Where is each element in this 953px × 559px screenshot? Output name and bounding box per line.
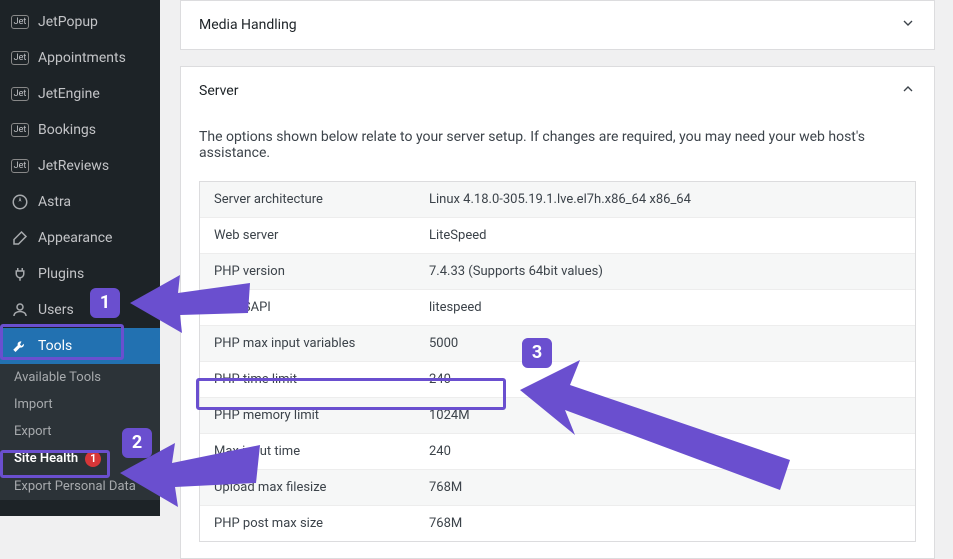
sidebar-item-label: JetPopup (38, 14, 98, 30)
table-row: Upload max filesize 768M (200, 469, 915, 505)
sidebar-item-appearance[interactable]: Appearance (0, 220, 160, 256)
chevron-up-icon (900, 81, 916, 101)
submenu-site-health[interactable]: Site Health 1 (0, 445, 160, 473)
table-row: PHP max input variables 5000 (200, 325, 915, 361)
sidebar-item-label: Appointments (38, 50, 126, 66)
panel-server: Server The options shown below relate to… (180, 66, 935, 559)
row-label: Max input time (214, 444, 429, 459)
sidebar-item-appointments[interactable]: Jet Appointments (0, 40, 160, 76)
submenu-import[interactable]: Import (0, 391, 160, 418)
sidebar-item-label: Users (38, 302, 74, 318)
row-value: Linux 4.18.0-305.19.1.lve.el7h.x86_64 x8… (429, 192, 691, 207)
sidebar-item-jetreviews[interactable]: Jet JetReviews (0, 148, 160, 184)
table-row: Web server LiteSpeed (200, 217, 915, 253)
astra-icon (10, 192, 30, 212)
sidebar-item-label: JetEngine (38, 86, 100, 102)
sidebar-item-plugins[interactable]: Plugins (0, 256, 160, 292)
submenu-export[interactable]: Export (0, 418, 160, 445)
panel-toggle-server[interactable]: Server (181, 67, 934, 115)
row-value: 240 (429, 444, 451, 459)
row-value: 5000 (429, 336, 458, 351)
sidebar-item-astra[interactable]: Astra (0, 184, 160, 220)
sidebar-item-label: Appearance (38, 230, 112, 246)
table-row: Server architecture Linux 4.18.0-305.19.… (200, 182, 915, 217)
server-info-table: Server architecture Linux 4.18.0-305.19.… (199, 181, 916, 542)
sidebar-item-tools[interactable]: Tools (0, 328, 160, 364)
row-label: Upload max filesize (214, 480, 429, 495)
row-value: 240 (429, 372, 451, 387)
table-row: PHP SAPI litespeed (200, 289, 915, 325)
table-row: PHP memory limit 1024M (200, 397, 915, 433)
sidebar-item-label: Astra (38, 194, 71, 210)
row-label: PHP memory limit (214, 408, 429, 423)
row-label: PHP version (214, 264, 429, 279)
jet-icon: Jet (10, 48, 30, 68)
row-value: 1024M (429, 408, 470, 423)
table-row: PHP post max size 768M (200, 505, 915, 541)
users-icon (10, 300, 30, 320)
row-label: PHP max input variables (214, 336, 429, 351)
sidebar-item-jetpopup[interactable]: Jet JetPopup (0, 4, 160, 40)
panel-toggle-media[interactable]: Media Handling (181, 1, 934, 49)
brush-icon (10, 228, 30, 248)
panel-title: Media Handling (199, 17, 297, 33)
row-value: 768M (429, 516, 462, 531)
jet-icon: Jet (10, 156, 30, 176)
row-value: litespeed (429, 300, 482, 315)
table-row: PHP time limit 240 (200, 361, 915, 397)
sidebar-item-jetengine[interactable]: Jet JetEngine (0, 76, 160, 112)
row-label: PHP post max size (214, 516, 429, 531)
row-label: Web server (214, 228, 429, 243)
submenu-export-personal[interactable]: Export Personal Data (0, 473, 160, 500)
sidebar-item-label: Plugins (38, 266, 84, 282)
jet-icon: Jet (10, 120, 30, 140)
jet-icon: Jet (10, 84, 30, 104)
panel-media-handling: Media Handling (180, 0, 935, 50)
sidebar-item-users[interactable]: Users (0, 292, 160, 328)
panel-description: The options shown below relate to your s… (199, 129, 916, 161)
admin-sidebar: Jet JetPopup Jet Appointments Jet JetEng… (0, 0, 160, 516)
submenu-label: Site Health (14, 451, 78, 466)
row-value: 7.4.33 (Supports 64bit values) (429, 264, 603, 279)
row-value: LiteSpeed (429, 228, 486, 243)
sidebar-item-label: Bookings (38, 122, 96, 138)
submenu-available-tools[interactable]: Available Tools (0, 364, 160, 391)
panel-title: Server (199, 83, 238, 99)
sidebar-item-label: JetReviews (38, 158, 109, 174)
wrench-icon (10, 336, 30, 356)
chevron-down-icon (900, 15, 916, 35)
row-label: PHP SAPI (214, 300, 429, 315)
notification-badge: 1 (85, 451, 101, 467)
sidebar-item-bookings[interactable]: Jet Bookings (0, 112, 160, 148)
main-content: Media Handling Server The options shown … (160, 0, 953, 516)
row-value: 768M (429, 480, 462, 495)
plug-icon (10, 264, 30, 284)
table-row: Max input time 240 (200, 433, 915, 469)
sidebar-item-label: Tools (38, 338, 72, 354)
row-label: Server architecture (214, 192, 429, 207)
row-label: PHP time limit (214, 372, 429, 387)
jet-icon: Jet (10, 12, 30, 32)
table-row: PHP version 7.4.33 (Supports 64bit value… (200, 253, 915, 289)
